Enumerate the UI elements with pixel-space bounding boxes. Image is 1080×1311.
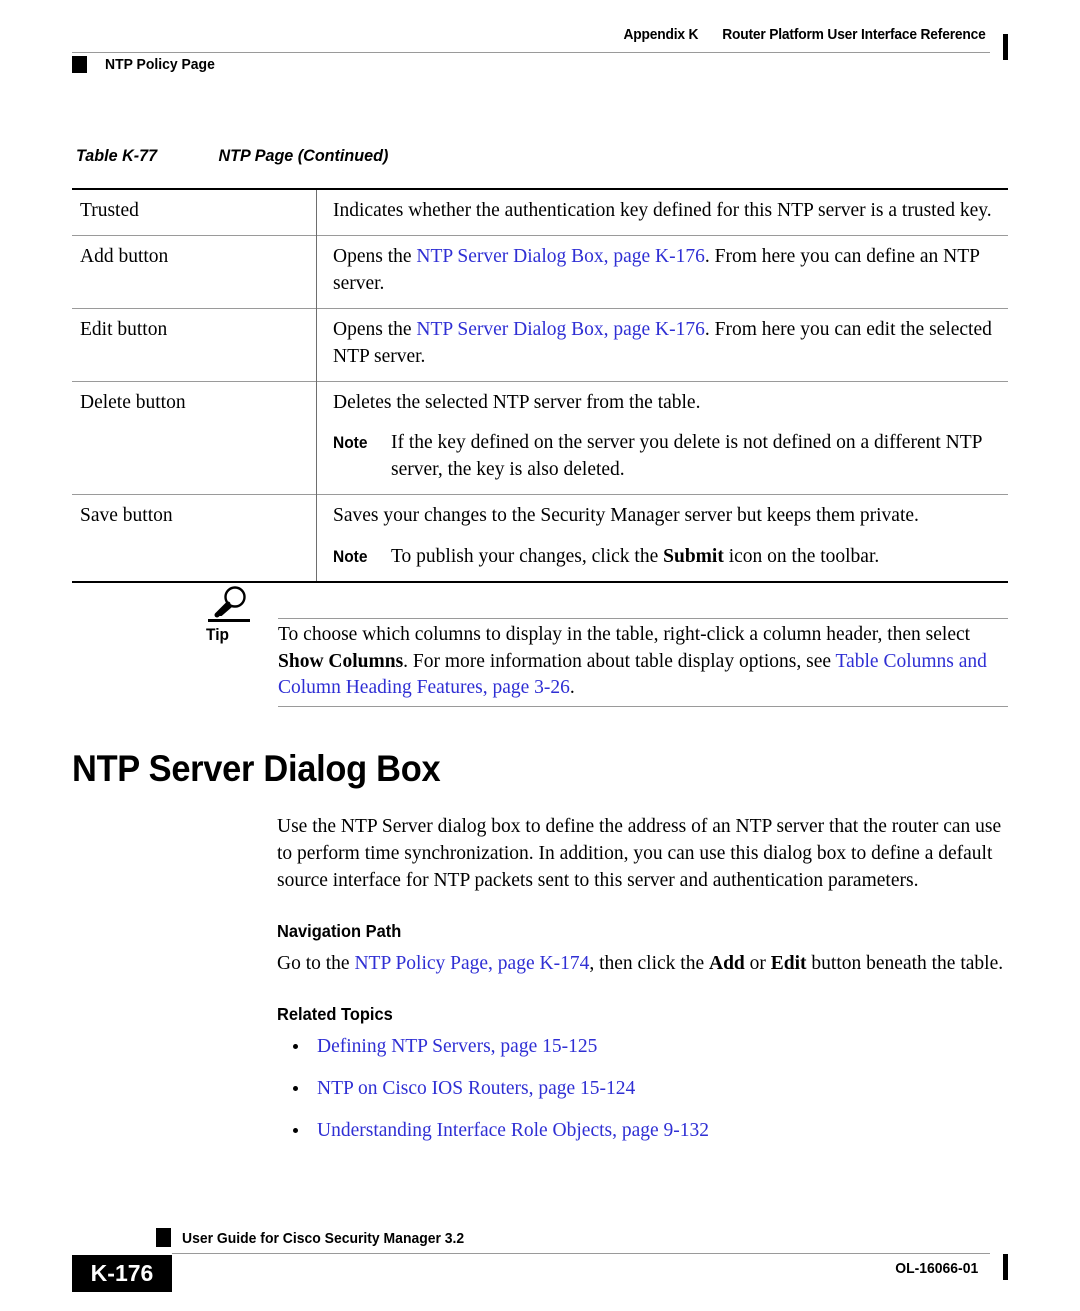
tip-text-after: . <box>569 677 575 699</box>
navigation-path-text: Go to the NTP Policy Page, page K-174, t… <box>277 951 1010 978</box>
nav-text-after: button beneath the table. <box>806 952 1004 974</box>
table-row: Trusted Indicates whether the authentica… <box>72 187 1008 236</box>
appendix-label: Appendix K <box>623 26 699 43</box>
table-cell-term: Delete button <box>72 380 317 495</box>
submit-keyword: Submit <box>663 546 724 568</box>
description-text: Opens the NTP Server Dialog Box, page K-… <box>333 317 998 371</box>
ntp-page-table: Trusted Indicates whether the authentica… <box>72 187 1008 584</box>
note-label: Note <box>333 548 368 567</box>
link-understanding-interface-role-objects[interactable]: Understanding Interface Role Objects, pa… <box>317 1120 709 1141</box>
magnifier-tip-icon <box>208 586 254 626</box>
link-ntp-on-cisco-ios-routers[interactable]: NTP on Cisco IOS Routers, page 15-124 <box>317 1078 635 1099</box>
description-text: Opens the NTP Server Dialog Box, page K-… <box>333 244 998 298</box>
change-bar-icon <box>1003 1254 1008 1280</box>
text-before-link: Opens the <box>333 318 417 340</box>
intro-paragraph: Use the NTP Server dialog box to define … <box>277 816 1002 891</box>
document-id: OL-16066-01 <box>895 1260 978 1277</box>
description-text: Deletes the selected NTP server from the… <box>333 391 701 413</box>
description-text: Saves your changes to the Security Manag… <box>333 505 919 527</box>
tip-rule-bottom <box>278 706 1008 707</box>
tip-text-middle: . For more information about table displ… <box>403 650 836 672</box>
table-cell-term: Trusted <box>72 187 317 236</box>
table-cell-description: Deletes the selected NTP server from the… <box>316 380 1008 495</box>
edit-keyword: Edit <box>770 952 807 974</box>
tip-label: Tip <box>206 626 229 644</box>
table-cell-description: Saves your changes to the Security Manag… <box>316 494 1008 584</box>
section-label: NTP Policy Page <box>105 56 215 73</box>
page-title: NTP Server Dialog Box <box>72 748 441 789</box>
table-cell-description: Opens the NTP Server Dialog Box, page K-… <box>316 307 1008 382</box>
list-item: NTP on Cisco IOS Routers, page 15-124 <box>277 1076 1010 1103</box>
description-text: Indicates whether the authentication key… <box>333 200 992 221</box>
list-item: Understanding Interface Role Objects, pa… <box>277 1118 1010 1145</box>
running-header-section: NTP Policy Page <box>72 56 223 73</box>
related-topics-heading: Related Topics <box>277 1003 393 1024</box>
note-text-before: To publish your changes, click the <box>391 546 664 568</box>
page-footer: User Guide for Cisco Security Manager 3.… <box>72 1228 1008 1292</box>
table-row: Save button Saves your changes to the Se… <box>72 494 1008 584</box>
tip-text: To choose which columns to display in th… <box>278 622 1008 702</box>
document-page: Appendix K Router Platform User Interface… <box>0 0 1080 1311</box>
table-cell-term: Save button <box>72 494 317 584</box>
black-square-icon <box>156 1228 171 1247</box>
appendix-title: Router Platform User Interface Reference <box>722 26 987 43</box>
show-columns-keyword: Show Columns <box>278 650 404 672</box>
link-ntp-server-dialog-box[interactable]: NTP Server Dialog Box, page K-176 <box>416 246 704 267</box>
navigation-path-heading: Navigation Path <box>277 920 402 941</box>
footer-divider <box>172 1253 990 1254</box>
note-text: If the key defined on the server you del… <box>391 432 982 481</box>
nav-text-or: or <box>744 952 771 974</box>
note-text-after: icon on the toolbar. <box>723 546 880 568</box>
table-row: Edit button Opens the NTP Server Dialog … <box>72 307 1008 382</box>
black-square-icon <box>72 56 87 73</box>
change-bar-icon <box>1003 34 1008 60</box>
guide-title: User Guide for Cisco Security Manager 3.… <box>182 1230 465 1247</box>
table-cell-term: Edit button <box>72 307 317 382</box>
note-text: To publish your changes, click the Submi… <box>391 544 998 571</box>
running-header-title: Appendix K Router Platform User Interface… <box>624 26 986 43</box>
text-before-link: Opens the <box>333 245 417 267</box>
related-topics-list: Defining NTP Servers, page 15-125 NTP on… <box>277 1034 1010 1145</box>
body-column: Use the NTP Server dialog box to define … <box>277 814 1010 1160</box>
table-cell-term: Add button <box>72 234 317 309</box>
table-caption: Table K-77 NTP Page (Continued) <box>76 146 388 166</box>
tip-rule-top <box>278 618 1008 619</box>
link-ntp-server-dialog-box[interactable]: NTP Server Dialog Box, page K-176 <box>416 319 704 340</box>
note-label: Note <box>333 434 368 453</box>
table-row: Delete button Deletes the selected NTP s… <box>72 380 1008 495</box>
tip-text-before: To choose which columns to display in th… <box>278 624 971 645</box>
table-title: NTP Page (Continued) <box>218 146 389 165</box>
table-number: Table K-77 <box>76 146 158 165</box>
link-ntp-policy-page[interactable]: NTP Policy Page, page K-174 <box>354 953 589 974</box>
header-divider <box>72 52 990 53</box>
nav-text-middle: , then click the <box>589 952 709 974</box>
page-number-badge: K-176 <box>72 1255 172 1292</box>
running-header: Appendix K Router Platform User Interface… <box>72 26 1008 82</box>
note-block: Note If the key defined on the server yo… <box>333 430 998 484</box>
note-block: Note To publish your changes, click the … <box>333 544 998 571</box>
table-cell-description: Indicates whether the authentication key… <box>316 187 1008 236</box>
table-row: Add button Opens the NTP Server Dialog B… <box>72 234 1008 309</box>
tip-icon-underline <box>208 619 250 622</box>
link-defining-ntp-servers[interactable]: Defining NTP Servers, page 15-125 <box>317 1036 597 1057</box>
list-item: Defining NTP Servers, page 15-125 <box>277 1034 1010 1061</box>
nav-text-before: Go to the <box>277 952 355 974</box>
table-cell-description: Opens the NTP Server Dialog Box, page K-… <box>316 234 1008 309</box>
add-keyword: Add <box>709 952 745 974</box>
